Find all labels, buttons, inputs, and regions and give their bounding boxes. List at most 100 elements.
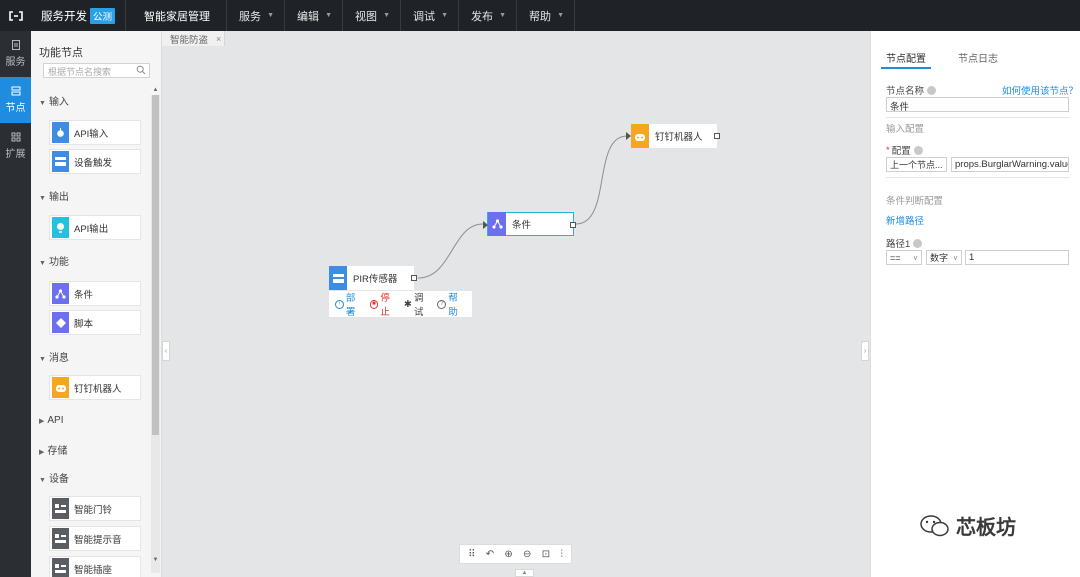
config-source-select[interactable]: 上一个节点... [886, 157, 947, 172]
flow-node-pir-sensor[interactable]: PIR传感器 [329, 266, 417, 290]
value-type-select[interactable]: 数字 ∨ [926, 250, 962, 265]
how-to-use-link[interactable]: 如何使用该节点？ [1002, 83, 1078, 97]
palette-node-script[interactable]: 脚本 [49, 310, 141, 335]
palette-node-condition[interactable]: 条件 [49, 281, 141, 306]
collapse-left-icon[interactable]: ‹ [162, 341, 170, 361]
close-icon[interactable]: × [216, 34, 221, 44]
tab-smart-guard[interactable]: 智能防盗 × [162, 31, 225, 46]
device-icon [52, 498, 69, 519]
zoom-out-icon[interactable]: ⊖ [523, 549, 531, 560]
menu-service[interactable]: 服务 ▼ [227, 0, 286, 31]
top-bar: 服务开发 公测 智能家居管理 服务 ▼ 编辑 ▼ 视图 ▼ 调试 ▼ 发布 ▼ 帮助 ▼ [0, 0, 1080, 31]
zoom-in-icon[interactable]: ⊕ [504, 549, 512, 560]
fit-screen-icon[interactable]: ⊡ [542, 549, 550, 560]
palette-node-switch[interactable]: 智能插座 [49, 556, 141, 577]
debug-button[interactable]: ✱ 调试 [404, 290, 432, 318]
compare-value-input[interactable]: 1 [965, 250, 1069, 265]
chevron-down-icon: ▼ [267, 12, 275, 19]
wechat-icon [920, 514, 949, 536]
canvas-toolbar: ⠿ ↶ ⊕ ⊖ ⊡ ⫶ [459, 544, 572, 564]
undo-icon[interactable]: ↶ [486, 549, 494, 560]
node-name-input[interactable]: 条件 [886, 97, 1069, 112]
palette-node-device-trigger[interactable]: 设备触发 [49, 149, 141, 174]
caret-down-icon: ▼ [39, 477, 46, 484]
scroll-down-icon[interactable]: ▼ [151, 557, 160, 563]
palette-node-dingtalk[interactable]: 钉钉机器人 [49, 375, 141, 400]
menu-debug[interactable]: 调试 ▼ [401, 0, 460, 31]
chevron-down-icon: ▼ [441, 12, 449, 19]
node-palette: 功能节点 根据节点名搜索 ▼ 输入 API输入 设备触发 ▼ 输出 API输出 ▼ 功… [31, 31, 162, 577]
menu-help[interactable]: 帮助 ▼ [517, 0, 576, 31]
condition-icon [52, 283, 69, 304]
group-output[interactable]: ▼ 输出 [39, 188, 69, 203]
group-message[interactable]: ▼ 消息 [39, 349, 69, 364]
deploy-button[interactable]: ↑ 部署 [335, 290, 365, 318]
flow-node-dingtalk[interactable]: 钉钉机器人 [626, 124, 720, 148]
rail-item-extend[interactable]: 扩展 [0, 123, 31, 169]
caret-down-icon: ▼ [39, 356, 46, 363]
group-device[interactable]: ▼ 设备 [39, 470, 69, 485]
menu-view[interactable]: 视图 ▼ [343, 0, 402, 31]
document-icon [11, 40, 20, 50]
logo-icon[interactable] [0, 0, 31, 31]
condition-config-section: 条件判断配置 [886, 196, 944, 207]
nodes-icon [11, 86, 20, 96]
menu-edit[interactable]: 编辑 ▼ [285, 0, 344, 31]
group-api[interactable]: ▶ API [39, 415, 64, 426]
group-function[interactable]: ▼ 功能 [39, 253, 69, 268]
input-port[interactable] [626, 132, 631, 140]
add-path-link[interactable]: 新增路径 [886, 213, 924, 227]
beta-badge: 公测 [90, 7, 116, 24]
chevron-down-icon: ∨ [912, 254, 918, 262]
chevron-down-icon: ∨ [952, 254, 958, 262]
api-output-icon [52, 217, 69, 238]
help-button[interactable]: ? 帮助 [437, 290, 467, 318]
collapse-right-icon[interactable]: › [861, 341, 869, 361]
palette-node-doorbell[interactable]: 智能门铃 [49, 496, 141, 521]
rail-item-nodes[interactable]: 节点 [0, 77, 31, 123]
search-icon[interactable] [136, 65, 146, 75]
palette-node-alarm[interactable]: 智能提示音 [49, 526, 141, 551]
node-name-label: 节点名称 [886, 83, 937, 97]
input-port[interactable] [483, 221, 488, 229]
stop-button[interactable]: ■ 停止 [369, 290, 400, 318]
caret-down-icon: ▼ [39, 100, 46, 107]
bug-icon: ✱ [404, 298, 412, 310]
caret-down-icon: ▼ [39, 260, 46, 267]
caret-down-icon: ▼ [39, 195, 46, 202]
help-icon[interactable] [927, 85, 937, 95]
divider [886, 117, 1070, 118]
operator-select[interactable]: == ∨ [886, 250, 922, 265]
config-value-input[interactable]: props.BurglarWarning.value [951, 157, 1069, 172]
flow-canvas[interactable]: ‹ › [162, 46, 869, 577]
grid-icon [11, 132, 20, 142]
robot-icon [52, 377, 69, 398]
palette-scrollbar[interactable]: ▲ ▼ [151, 87, 160, 573]
help-icon[interactable] [913, 145, 923, 155]
flow-node-condition[interactable]: 条件 [483, 212, 576, 236]
drag-handle-icon[interactable]: ⠿ [468, 549, 475, 560]
group-storage[interactable]: ▶ 存储 [39, 442, 67, 457]
group-input[interactable]: ▼ 输入 [39, 93, 69, 108]
canvas-tab-bar: 智能防盗 × [162, 31, 869, 46]
menu-publish[interactable]: 发布 ▼ [459, 0, 518, 31]
output-port[interactable] [570, 222, 576, 228]
tab-node-log[interactable]: 节点日志 [953, 47, 1003, 69]
palette-node-api-input[interactable]: API输入 [49, 120, 141, 145]
caret-right-icon: ▶ [39, 418, 45, 425]
path-label: 路径1 [886, 236, 923, 250]
palette-node-api-output[interactable]: API输出 [49, 215, 141, 240]
rail-item-service[interactable]: 服务 [0, 31, 31, 77]
scroll-thumb[interactable] [152, 95, 159, 435]
scroll-up-icon[interactable]: ▲ [151, 87, 160, 93]
output-port[interactable] [714, 133, 720, 139]
expand-bottom-icon[interactable]: ▲ [515, 569, 534, 577]
output-port[interactable] [411, 275, 417, 281]
search-input[interactable]: 根据节点名搜索 [43, 63, 150, 78]
device-icon [52, 528, 69, 549]
layout-icon[interactable]: ⫶ [560, 549, 563, 560]
left-rail: 服务 节点 扩展 [0, 31, 31, 577]
help-icon[interactable] [913, 238, 923, 248]
tab-node-config[interactable]: 节点配置 [881, 47, 931, 69]
project-name[interactable]: 智能家居管理 [126, 0, 228, 31]
